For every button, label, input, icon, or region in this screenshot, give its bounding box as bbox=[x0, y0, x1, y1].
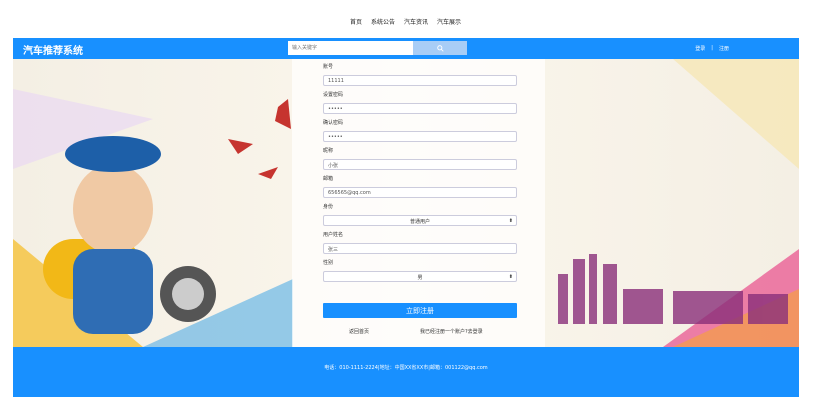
account-input[interactable]: 11111 bbox=[323, 75, 517, 86]
gender-value: 男 bbox=[417, 275, 423, 281]
password-input[interactable]: ••••• bbox=[323, 103, 517, 114]
footer: 电话：010-1111-2224|地址：中国XX省XX市|邮箱：001122@q… bbox=[13, 347, 799, 397]
search-button[interactable] bbox=[413, 41, 467, 55]
identity-value: 普通用户 bbox=[409, 219, 430, 225]
nav-item-news[interactable]: 汽车资讯 bbox=[404, 17, 428, 26]
gender-select[interactable]: 男 ⬍ bbox=[323, 271, 517, 282]
select-caret-icon: ⬍ bbox=[508, 274, 513, 280]
email-input[interactable]: 656565@qq.com bbox=[323, 187, 517, 198]
register-form: 账号 11111 设置密码 ••••• 确认密码 ••••• 昵称 小张 邮箱 … bbox=[292, 59, 545, 347]
password-label: 设置密码 bbox=[323, 92, 344, 98]
account-label: 账号 bbox=[323, 64, 334, 70]
auth-separator: | bbox=[711, 45, 713, 51]
nav-item-announcements[interactable]: 系统公告 bbox=[371, 17, 395, 26]
email-label: 邮箱 bbox=[323, 176, 334, 182]
register-link[interactable]: 注册 bbox=[719, 45, 729, 52]
brand-title: 汽车推荐系统 bbox=[23, 46, 83, 57]
login-link[interactable]: 登录 bbox=[695, 45, 705, 52]
top-nav-links: 首页 系统公告 汽车资讯 汽车展示 bbox=[350, 17, 461, 26]
select-caret-icon: ⬍ bbox=[508, 218, 513, 224]
back-home-link[interactable]: 返回首页 bbox=[349, 328, 369, 335]
nickname-input[interactable]: 小张 bbox=[323, 159, 517, 170]
realname-label: 用户姓名 bbox=[323, 232, 344, 238]
search-icon bbox=[436, 44, 444, 52]
top-nav: 首页 系统公告 汽车资讯 汽车展示 bbox=[0, 0, 816, 38]
identity-select[interactable]: 普通用户 ⬍ bbox=[323, 215, 517, 226]
identity-label: 身份 bbox=[323, 204, 334, 210]
realname-input[interactable]: 张三 bbox=[323, 243, 517, 254]
go-login-link[interactable]: 我已经注册一个账户?去登录 bbox=[420, 328, 483, 335]
banner: 账号 11111 设置密码 ••••• 确认密码 ••••• 昵称 小张 邮箱 … bbox=[13, 59, 799, 347]
gender-label: 性别 bbox=[323, 260, 334, 266]
nav-item-showcase[interactable]: 汽车展示 bbox=[437, 17, 461, 26]
footer-contact: 电话：010-1111-2224|地址：中国XX省XX市|邮箱：001122@q… bbox=[324, 365, 488, 371]
search-input[interactable] bbox=[288, 41, 413, 55]
nickname-label: 昵称 bbox=[323, 148, 334, 154]
confirm-password-label: 确认密码 bbox=[323, 120, 344, 126]
auth-links: 登录 | 注册 bbox=[695, 45, 729, 52]
confirm-password-input[interactable]: ••••• bbox=[323, 131, 517, 142]
header-bar: 汽车推荐系统 登录 | 注册 bbox=[13, 38, 799, 59]
nav-item-home[interactable]: 首页 bbox=[350, 17, 362, 26]
register-button[interactable]: 立即注册 bbox=[323, 303, 517, 318]
